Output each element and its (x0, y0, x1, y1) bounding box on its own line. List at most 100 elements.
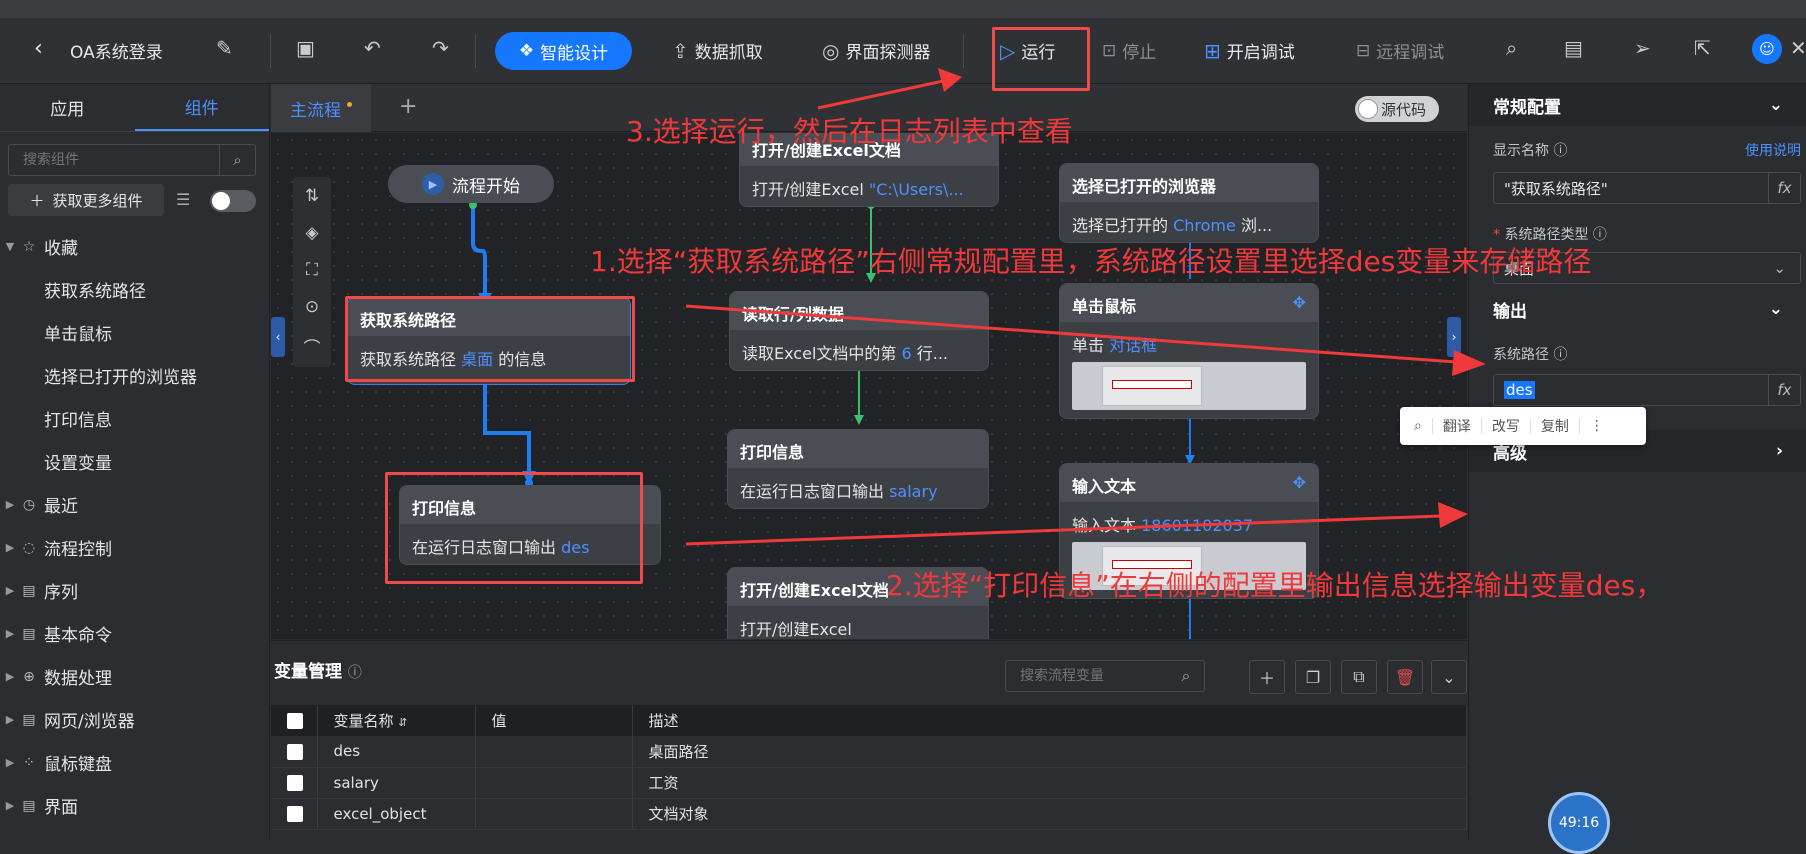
var-value-cell[interactable] (475, 736, 633, 768)
favorite-item[interactable]: 设置变量 (44, 449, 112, 474)
tree-interface[interactable]: ▶ ▤ 界面 (0, 793, 78, 819)
table-row[interactable]: salary 工资 (271, 767, 1467, 799)
favorite-item[interactable]: 获取系统路径 (44, 277, 146, 302)
collapse-panel-button[interactable]: ⌄ (1431, 660, 1467, 694)
node-read-rows[interactable]: 读取行/列数据 读取Excel文档中的第 6 行... (729, 291, 989, 371)
var-name-cell[interactable]: des (317, 736, 476, 768)
zoom-icon[interactable]: ⊙ (305, 297, 319, 317)
table-row[interactable]: des 桌面路径 (271, 736, 1467, 768)
node-print-salary[interactable]: 打印信息 在运行日志窗口输出 salary (727, 429, 989, 509)
list-filter-icon[interactable]: ☰ (176, 190, 190, 209)
var-value-cell[interactable] (475, 798, 633, 830)
ui-detector-button[interactable]: ◎ 界面探测器 (822, 38, 930, 64)
document-icon[interactable]: ▤ (1564, 36, 1583, 60)
translate-button[interactable]: 翻译 (1443, 416, 1471, 436)
component-search-input[interactable] (9, 152, 219, 168)
avatar[interactable]: ☺ (1752, 34, 1782, 64)
copy-variable-button[interactable]: ❐ (1295, 660, 1331, 694)
remote-debug-button[interactable]: ⊟ 远程调试 (1356, 38, 1444, 64)
adjust-icon[interactable]: ⇅ (305, 186, 319, 206)
var-value-cell[interactable] (475, 767, 633, 799)
fit-screen-icon[interactable]: ⛶ (306, 260, 318, 280)
table-row[interactable]: excel_object 文档对象 (271, 798, 1467, 830)
general-config-section[interactable]: 常规配置 ⌄ (1469, 84, 1806, 126)
fx-button[interactable]: fx (1768, 173, 1800, 203)
fx-button[interactable]: fx (1768, 375, 1800, 405)
source-code-toggle[interactable]: 源代码 (1355, 96, 1439, 122)
system-path-field[interactable]: des fx (1493, 374, 1801, 406)
node-select-browser[interactable]: 选择已打开的浏览器 选择已打开的 Chrome 浏... (1059, 163, 1319, 243)
tab-main-flow[interactable]: 主流程 (271, 84, 371, 132)
favorite-item[interactable]: 单击鼠标 (44, 320, 112, 345)
select-all-checkbox[interactable] (287, 713, 303, 729)
output-section[interactable]: 输出 ⌄ (1469, 288, 1806, 330)
undo-icon[interactable]: ↶ (364, 36, 381, 60)
var-desc-cell[interactable]: 文档对象 (632, 798, 1467, 830)
get-more-components-button[interactable]: ＋ 获取更多组件 (8, 184, 164, 216)
var-desc-cell[interactable]: 工资 (632, 767, 1467, 799)
layers-icon[interactable]: ◈ (305, 223, 318, 243)
delete-variable-button[interactable]: 🗑 (1387, 660, 1423, 694)
sort-icon[interactable]: ⇵ (398, 716, 407, 729)
row-checkbox[interactable] (287, 775, 303, 791)
tree-basic-commands[interactable]: ▶ ▤ 基本命令 (0, 621, 112, 647)
collapse-left-icon[interactable]: ‹ (271, 317, 285, 357)
help-link[interactable]: 使用说明 (1745, 140, 1801, 160)
tree-data-processing[interactable]: ▶ ⊕ 数据处理 (0, 664, 112, 690)
debug-button[interactable]: ⊞ 开启调试 (1204, 38, 1295, 64)
search-icon[interactable]: ⌕ (1506, 36, 1517, 60)
send-icon[interactable]: ➢ (1634, 36, 1651, 60)
stop-button[interactable]: ⊡ 停止 (1102, 38, 1156, 64)
component-toggle[interactable] (210, 190, 256, 212)
add-tab-icon[interactable]: + (399, 94, 417, 119)
row-checkbox[interactable] (287, 806, 303, 822)
var-desc-cell[interactable]: 桌面路径 (632, 736, 1467, 768)
help-icon[interactable]: ⓘ (348, 665, 362, 681)
favorites-label: 收藏 (44, 239, 78, 259)
search-icon[interactable]: ⌕ (219, 145, 255, 175)
tree-recent[interactable]: ▶ ◷ 最近 (0, 492, 78, 518)
external-link-icon[interactable]: ⇱ (1694, 36, 1711, 60)
collapse-right-icon[interactable]: › (1447, 317, 1461, 357)
search-icon[interactable]: ⌕ (1168, 666, 1204, 686)
tab-components[interactable]: 组件 (134, 84, 269, 131)
help-icon[interactable]: ⓘ (1593, 227, 1607, 243)
edit-icon[interactable]: ✎ (216, 36, 233, 60)
favorite-item[interactable]: 选择已打开的浏览器 (44, 363, 197, 388)
flow-start-node[interactable]: ▶ 流程开始 (388, 165, 554, 203)
column-header-name[interactable]: 变量名称 ⇵ (317, 705, 476, 736)
help-icon[interactable]: ⓘ (1553, 143, 1567, 159)
back-icon[interactable]: ‹ (34, 36, 43, 61)
favorite-item[interactable]: 打印信息 (44, 406, 112, 431)
row-checkbox[interactable] (287, 743, 303, 760)
redo-icon[interactable]: ↷ (432, 36, 449, 60)
move-icon[interactable]: ✥ (1293, 473, 1306, 493)
move-icon[interactable]: ✥ (1293, 293, 1306, 313)
connector-icon[interactable]: ⌒ (304, 334, 321, 359)
rewrite-button[interactable]: 改写 (1492, 416, 1520, 436)
help-icon[interactable]: ⓘ (1553, 347, 1567, 363)
tree-flow-control[interactable]: ▶ ◌ 流程控制 (0, 535, 112, 561)
caret-right-icon: ▶ (5, 799, 15, 812)
tree-sequence[interactable]: ▶ ▤ 序列 (0, 578, 78, 604)
save-icon[interactable]: ▣ (296, 36, 315, 60)
recording-timer[interactable]: 49:16 (1548, 792, 1610, 854)
close-icon[interactable]: ✕ (1790, 36, 1806, 60)
field-label: 系统路径 (1493, 347, 1549, 363)
display-name-field[interactable]: "获取系统路径" fx (1493, 172, 1801, 204)
data-capture-button[interactable]: ⇪ 数据抓取 (672, 38, 763, 64)
tree-mouse-keyboard[interactable]: ▶ ⁘ 鼠标键盘 (0, 750, 112, 776)
tree-web-browser[interactable]: ▶ ▤ 网页/浏览器 (0, 707, 135, 733)
paste-variable-button[interactable]: ⧉ (1341, 660, 1377, 694)
search-icon[interactable]: ⌕ (1414, 418, 1422, 434)
var-name-cell[interactable]: excel_object (317, 798, 476, 830)
node-click-mouse[interactable]: 单击鼠标 ✥ 单击 对话框 (1059, 283, 1319, 419)
tree-favorites[interactable]: ▼ ☆ 收藏 (0, 234, 78, 260)
var-name-cell[interactable]: salary (317, 767, 476, 799)
copy-button[interactable]: 复制 (1541, 416, 1569, 436)
tab-apps[interactable]: 应用 (0, 84, 135, 131)
more-icon[interactable]: ⋮ (1590, 418, 1604, 434)
variable-search-input[interactable] (1006, 668, 1168, 684)
smart-design-button[interactable]: ❖ 智能设计 (495, 32, 632, 70)
add-variable-button[interactable]: ＋ (1249, 660, 1285, 694)
